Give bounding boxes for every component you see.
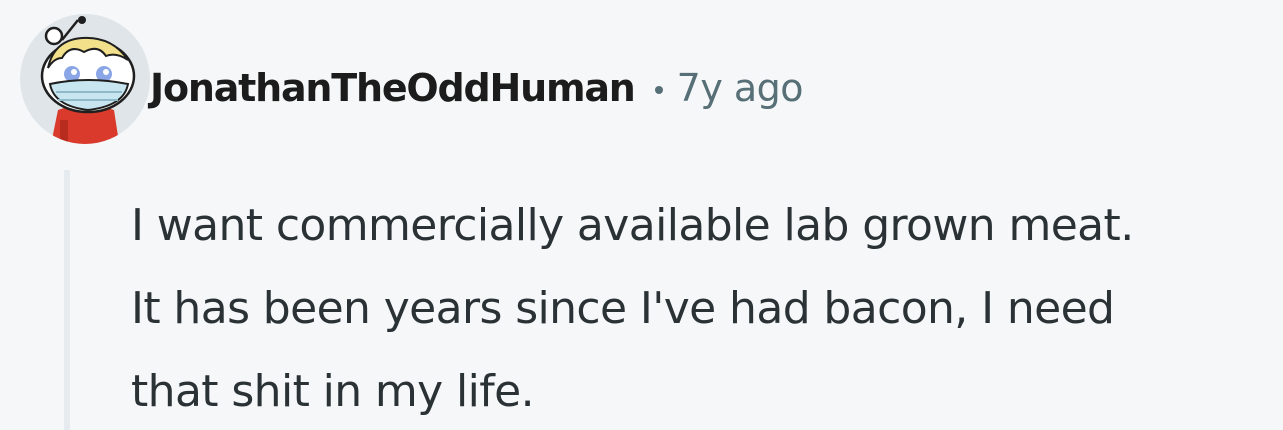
comment-body-line: that shit in my life.: [131, 366, 535, 417]
author-username[interactable]: JonathanTheOddHuman: [150, 66, 636, 110]
snoo-avatar-icon: [20, 14, 150, 144]
comment: JonathanTheOddHuman 7y ago I want commer…: [0, 0, 1283, 430]
comment-body: I want commercially available lab grown …: [131, 184, 1281, 430]
comment-body-line: It has been years since I've had bacon, …: [131, 283, 1115, 334]
user-avatar[interactable]: [20, 14, 150, 144]
separator-dot: [654, 86, 663, 94]
thread-line[interactable]: [64, 170, 70, 430]
comment-timestamp[interactable]: 7y ago: [677, 66, 804, 110]
comment-body-line: I want commercially available lab grown …: [131, 200, 1134, 251]
comment-header: JonathanTheOddHuman 7y ago: [150, 58, 804, 118]
